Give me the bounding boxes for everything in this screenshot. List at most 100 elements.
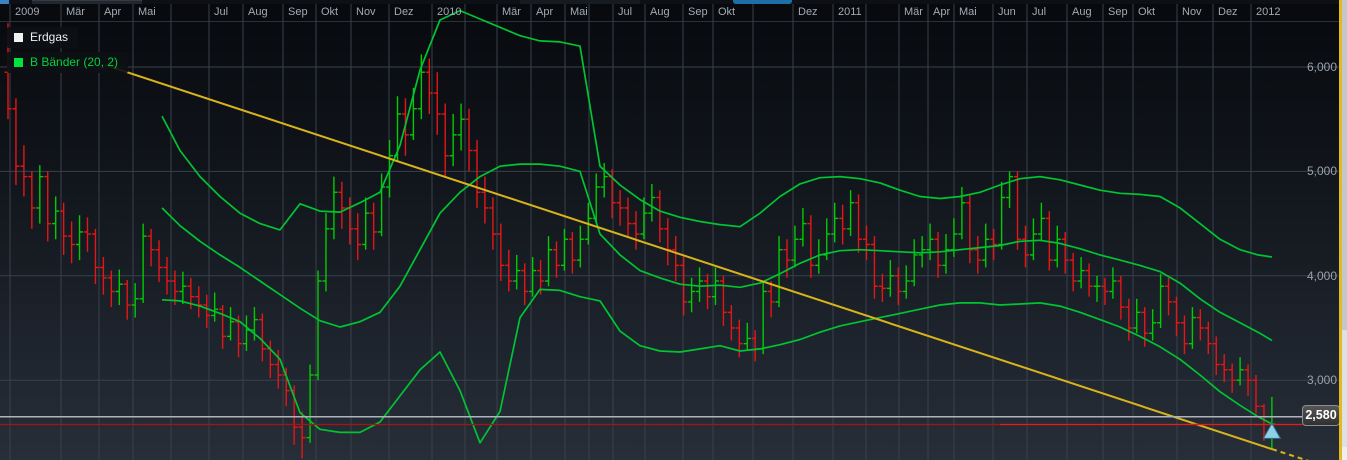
month-label: Jul [214, 6, 228, 18]
scrollbar-thumb[interactable] [1342, 330, 1347, 447]
ohlc-bar [1213, 336, 1220, 375]
month-label: Aug [650, 6, 670, 18]
ohlc-bar [545, 236, 552, 286]
price-chart-canvas[interactable] [0, 0, 1347, 460]
ohlc-bar [1054, 226, 1061, 268]
ohlc-bar [52, 196, 59, 239]
ohlc-bar [1070, 253, 1077, 292]
ohlc-bar [434, 72, 441, 135]
ohlc-bar [1086, 263, 1093, 296]
scrollbar-corner [1342, 447, 1347, 460]
month-label: Nov [356, 6, 376, 18]
right-scrollbar-track[interactable] [1342, 0, 1347, 460]
ohlc-bar [529, 257, 536, 297]
ohlc-bar [1197, 309, 1204, 340]
bollinger-lower-band [162, 289, 1272, 442]
ohlc-bar [20, 145, 27, 196]
ohlc-bar [903, 265, 910, 298]
month-label: 2011 [838, 6, 862, 18]
ohlc-bar [831, 203, 838, 243]
ohlc-bar [656, 190, 663, 242]
ohlc-bar [664, 218, 671, 265]
ohlc-bar [839, 205, 846, 245]
ohlc-bar [879, 274, 886, 302]
ohlc-bar [354, 213, 361, 260]
month-label: Sep [688, 6, 708, 18]
ohlc-bar [577, 226, 584, 268]
erdgas-swatch-icon [14, 33, 23, 42]
month-label: Jun [998, 6, 1016, 18]
ohlc-bar [760, 281, 767, 354]
month-label: Okt [718, 6, 735, 18]
month-label: Apr [933, 6, 950, 18]
ohlc-bar [1125, 299, 1132, 341]
ohlc-bar [211, 293, 218, 322]
ohlc-bar [1221, 354, 1228, 382]
month-label: Mär [502, 6, 521, 18]
price-label: 3,000 [1297, 373, 1337, 387]
month-label: Jul [1032, 6, 1046, 18]
legend-bbands-label: B Bänder (20, 2) [30, 56, 118, 69]
legend-item-erdgas[interactable]: Erdgas [7, 27, 78, 48]
legend-item-bbands[interactable]: B Bänder (20, 2) [7, 52, 128, 73]
ohlc-bar [696, 267, 703, 301]
ohlc-bar [1165, 278, 1172, 316]
ohlc-bar [84, 217, 91, 251]
ohlc-bar [942, 234, 949, 274]
ohlc-bar [12, 98, 19, 185]
month-label: Mär [66, 6, 85, 18]
ohlc-bar [855, 194, 862, 252]
ohlc-bar [497, 224, 504, 281]
ohlc-bar [720, 276, 727, 326]
ohlc-bar [1117, 276, 1124, 320]
ohlc-bar [148, 229, 155, 267]
ohlc-bar [1252, 375, 1259, 414]
ohlc-bar [625, 198, 632, 237]
ohlc-bar [1229, 363, 1236, 392]
ohlc-bar [553, 241, 560, 278]
ohlc-bar [330, 177, 337, 240]
ohlc-bar [346, 198, 353, 245]
ohlc-bar [1030, 218, 1037, 260]
ohlc-bar [1038, 203, 1045, 242]
ohlc-bar [863, 226, 870, 260]
ohlc-bar [291, 385, 298, 445]
ohlc-bar [728, 305, 735, 340]
trendline-extension [1272, 449, 1340, 460]
ohlc-bar [227, 307, 234, 340]
ohlc-bar [871, 236, 878, 299]
ohlc-bar [489, 198, 496, 250]
ohlc-bar [672, 236, 679, 281]
month-label: Mär [904, 6, 923, 18]
ohlc-bar [1022, 226, 1029, 268]
ohlc-bar [974, 236, 981, 274]
month-label: Mai [138, 6, 156, 18]
ohlc-bar [704, 274, 711, 309]
ohlc-bar [505, 250, 512, 292]
gridlines [0, 4, 1339, 460]
ohlc-bar [887, 260, 894, 297]
ohlc-bar [370, 203, 377, 250]
level-lines [0, 417, 1339, 425]
ohlc-bar [569, 232, 576, 274]
month-label: Okt [1138, 6, 1155, 18]
ohlc-bar [561, 229, 568, 271]
ohlc-bar [911, 239, 918, 286]
ohlc-bar [799, 208, 806, 247]
ohlc-bar [307, 365, 314, 443]
ohlc-bar [140, 224, 147, 303]
legend-erdgas-label: Erdgas [30, 31, 68, 44]
month-label: Mai [959, 6, 977, 18]
ohlc-bar [243, 315, 250, 350]
ohlc-bar [322, 213, 329, 291]
ohlc-bar [1133, 299, 1140, 333]
ohlc-bar [632, 211, 639, 250]
ohlc-bar [688, 278, 695, 312]
ohlc-bar [481, 177, 488, 224]
month-label: 2009 [15, 6, 39, 18]
ohlc-bar [466, 109, 473, 172]
ohlc-bar [521, 263, 528, 305]
ohlc-bar [450, 114, 457, 166]
month-label: Okt [321, 6, 338, 18]
ohlc-bar [648, 184, 655, 222]
